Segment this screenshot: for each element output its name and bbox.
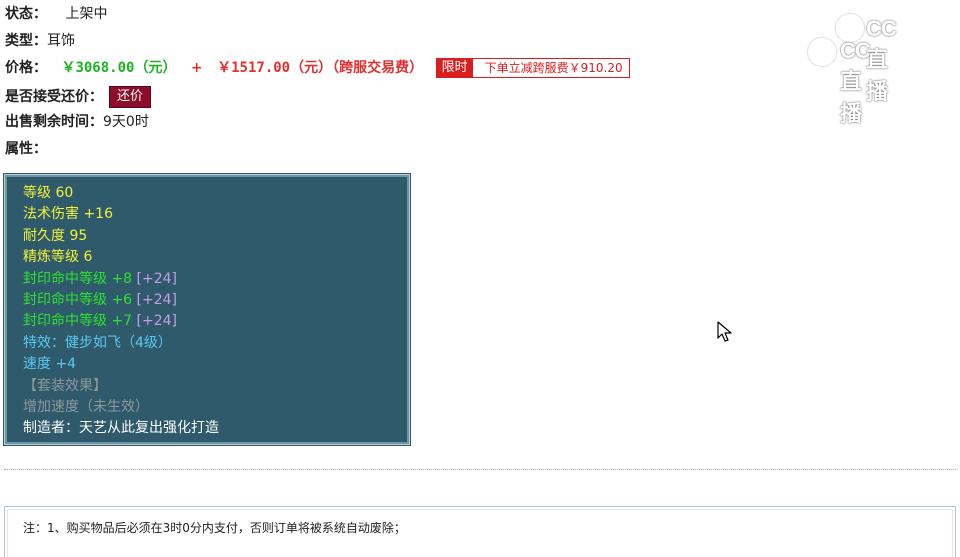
attributes-row: 属性： xyxy=(5,139,47,159)
type-value: 耳饰 xyxy=(47,33,75,49)
attr-seal-2-value: 封印命中等级 +6 xyxy=(23,291,133,308)
attributes-label: 属性： xyxy=(5,141,47,157)
time-left-value: 9天0时 xyxy=(103,114,149,130)
attr-seal-1-bonus: [+24] xyxy=(136,270,178,287)
watermark-logo-icon xyxy=(808,38,836,66)
promo-text: 下单立减跨服费￥910.20 xyxy=(484,61,623,75)
mouse-cursor-icon xyxy=(717,321,732,342)
attr-seal-3-bonus: [+24] xyxy=(136,313,178,330)
attr-seal-3: 封印命中等级 +7 [+24] xyxy=(23,311,219,332)
plus-sign: + xyxy=(190,60,203,76)
divider xyxy=(4,469,956,470)
attr-seal-2-bonus: [+24] xyxy=(136,291,178,308)
time-left-row: 出售剩余时间：9天0时 xyxy=(5,112,149,132)
attr-special: 特效：健步如飞（4级） xyxy=(23,334,172,351)
promo-tag: 限时 xyxy=(436,59,473,77)
watermark-text-bottom: CC直播 xyxy=(840,38,871,126)
notice-text: 注：1、购买物品后必须在3时0分内支付，否则订单将被系统自动废除； xyxy=(23,521,406,535)
status-label: 状态： xyxy=(5,6,47,22)
base-price: ￥3068.00（元） xyxy=(61,60,177,76)
fee-note: （跨服交易费） xyxy=(332,60,424,76)
attr-level: 等级 60 xyxy=(23,185,74,201)
attr-maker: 制造者：天艺从此复出强化打造 xyxy=(23,420,219,437)
price-row: 价格： ￥3068.00（元） + ￥1517.00（元）（跨服交易费） 限时 … xyxy=(5,58,630,78)
type-label: 类型： xyxy=(5,33,47,49)
counter-offer-button[interactable]: 还价 xyxy=(109,86,152,108)
attr-set-effect: 【套装效果】 xyxy=(23,377,107,394)
attr-set-bonus: 增加速度（未生效） xyxy=(23,398,149,415)
type-row: 类型：耳饰 xyxy=(5,31,75,51)
notice-box: 注：1、购买物品后必须在3时0分内支付，否则订单将被系统自动废除； xyxy=(4,506,956,557)
attr-refine: 精炼等级 6 xyxy=(23,249,93,266)
attr-speed: 速度 +4 xyxy=(23,356,77,373)
counter-offer-label: 是否接受还价： xyxy=(5,89,103,105)
attributes-list: 等级 60 法术伤害 +16 耐久度 95 精炼等级 6 封印命中等级 +8 [… xyxy=(23,183,219,440)
attr-seal-1-value: 封印命中等级 +8 xyxy=(23,270,133,287)
status-row: 状态： 上架中 xyxy=(5,4,107,24)
fee-amount: ￥1517.00（元） xyxy=(217,60,333,76)
status-value: 上架中 xyxy=(65,6,108,22)
promo-badge: 限时 下单立减跨服费￥910.20 xyxy=(435,58,630,78)
attr-seal-3-value: 封印命中等级 +7 xyxy=(23,313,133,330)
counter-offer-row: 是否接受还价： 还价 xyxy=(5,86,152,108)
attr-durability: 耐久度 95 xyxy=(23,227,88,244)
attr-spell-damage: 法术伤害 +16 xyxy=(23,206,113,223)
attr-seal-2: 封印命中等级 +6 [+24] xyxy=(23,290,219,311)
watermark-text-top: CC直播 xyxy=(866,16,897,104)
attr-seal-1: 封印命中等级 +8 [+24] xyxy=(23,269,219,290)
attributes-panel: 等级 60 法术伤害 +16 耐久度 95 精炼等级 6 封印命中等级 +8 [… xyxy=(3,173,411,446)
time-left-label: 出售剩余时间： xyxy=(5,114,103,130)
price-label: 价格： xyxy=(5,60,47,76)
